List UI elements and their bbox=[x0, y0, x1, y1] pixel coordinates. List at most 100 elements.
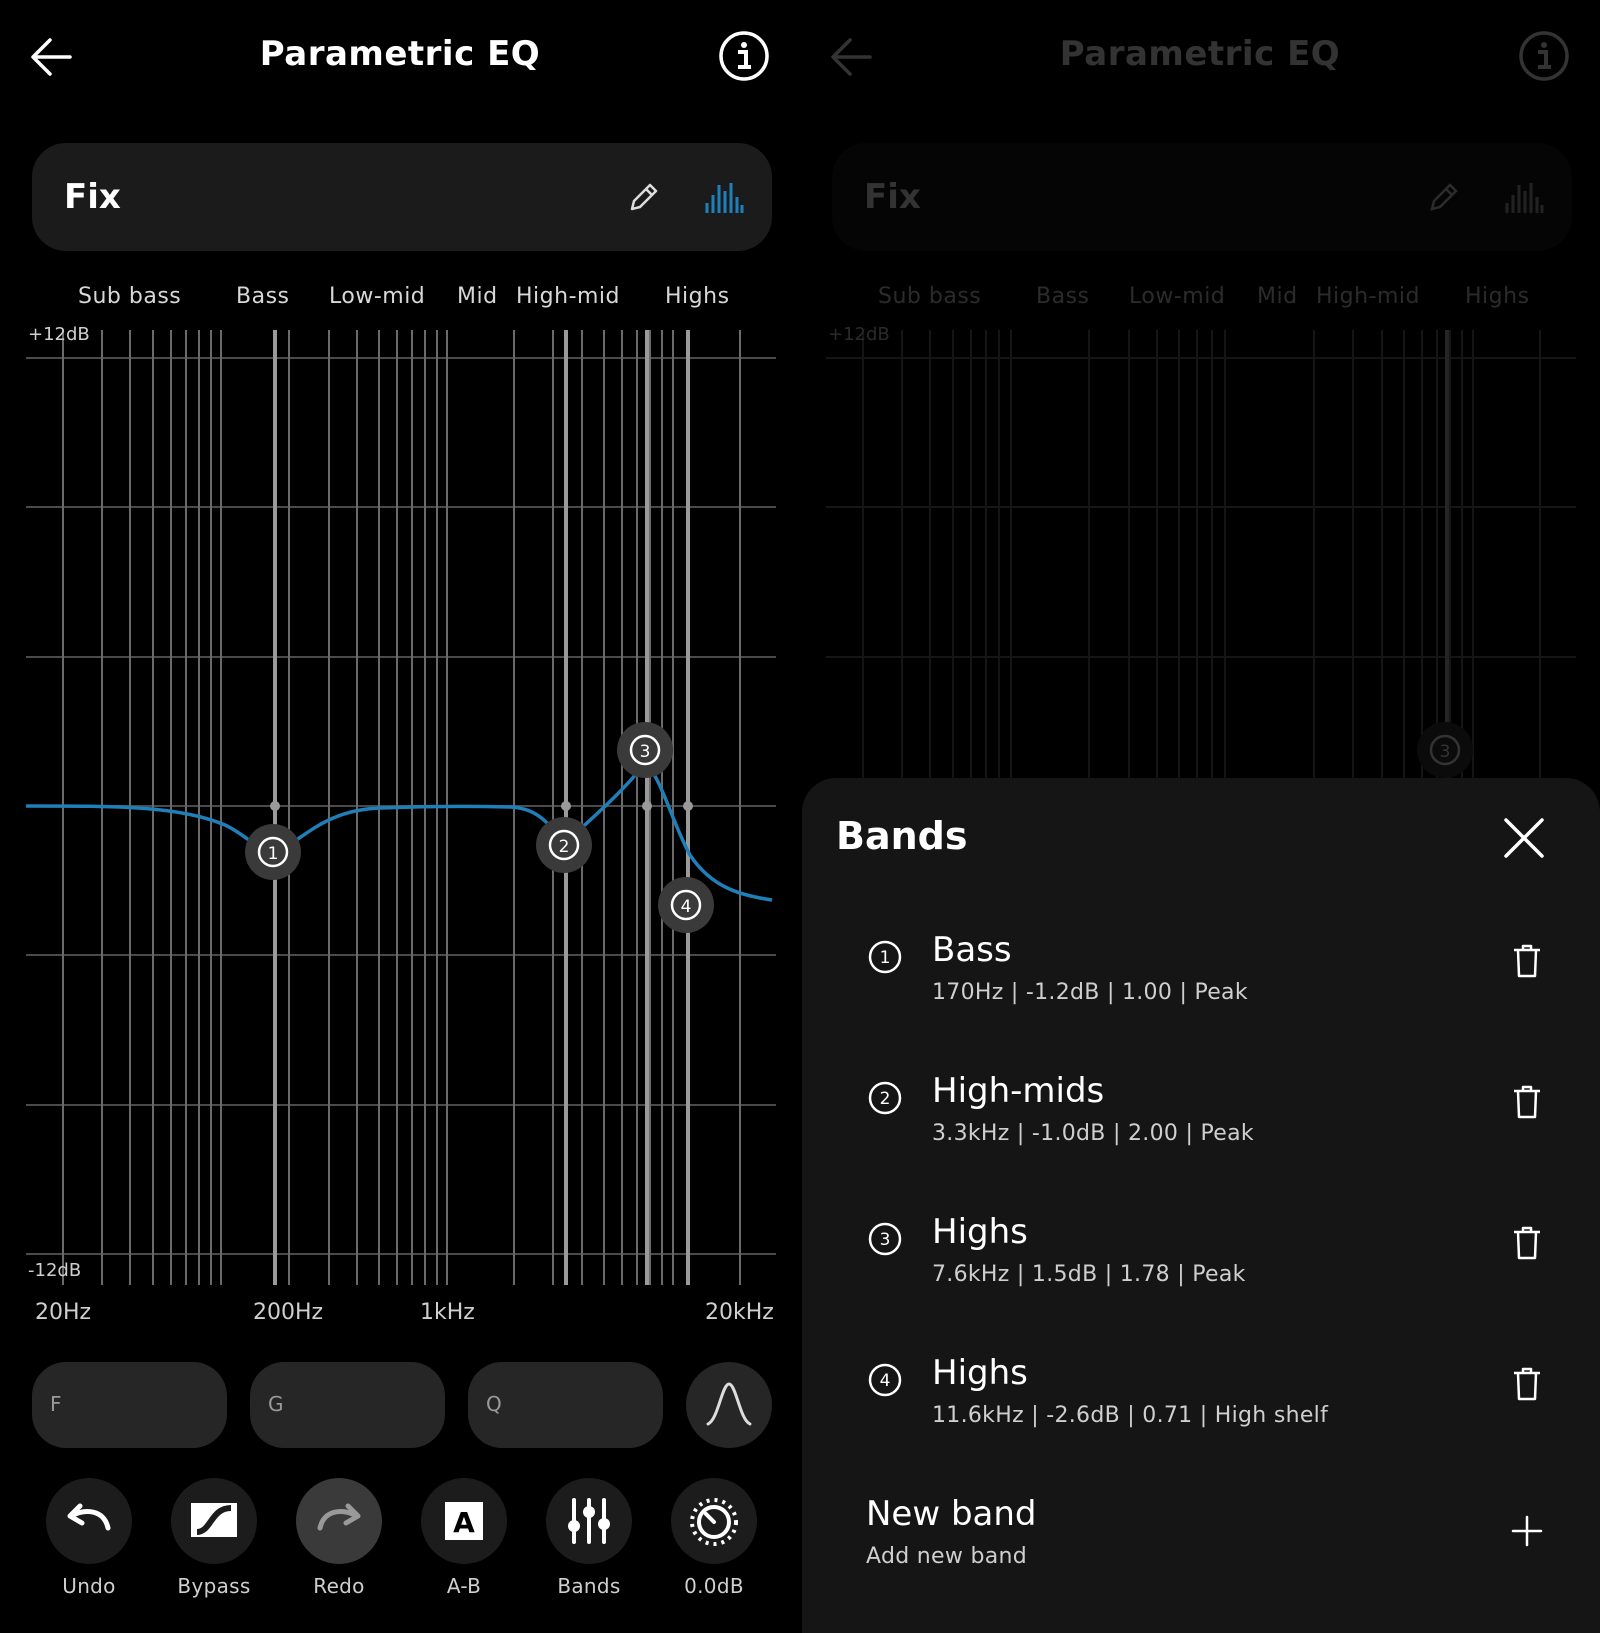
svg-text:2: 2 bbox=[880, 1089, 891, 1109]
svg-text:+12dB: +12dB bbox=[828, 324, 890, 345]
region-high-mid: High-mid bbox=[516, 284, 621, 309]
band-name: Highs bbox=[932, 1212, 1028, 1252]
close-icon[interactable] bbox=[1502, 816, 1546, 860]
bands-label: Bands bbox=[557, 1574, 621, 1598]
region-low-mid-dimmed: Low-mid bbox=[1129, 284, 1226, 309]
band-number-3-icon: 3 bbox=[868, 1222, 902, 1256]
svg-text:4: 4 bbox=[880, 1371, 891, 1391]
preset-card[interactable]: Fix bbox=[32, 143, 772, 251]
region-low-mid: Low-mid bbox=[329, 284, 426, 309]
page-title-dimmed: Parametric EQ bbox=[1059, 34, 1341, 74]
header-dimmed: Parametric EQ bbox=[800, 0, 1600, 110]
region-sub-bass: Sub bass bbox=[78, 284, 182, 309]
info-icon[interactable] bbox=[718, 30, 770, 82]
redo-icon bbox=[317, 1503, 361, 1531]
band-row-1[interactable]: 1 Bass 170Hz | -1.2dB | 1.00 | Peak bbox=[802, 930, 1600, 1050]
pencil-icon bbox=[1430, 183, 1458, 211]
preset-name-dimmed: Fix bbox=[864, 177, 921, 217]
band-2-handle[interactable]: 2 bbox=[536, 817, 592, 873]
region-mid: Mid bbox=[457, 284, 498, 309]
svg-text:4: 4 bbox=[681, 897, 692, 917]
band-row-2[interactable]: 2 High-mids 3.3kHz | -1.0dB | 2.00 | Pea… bbox=[802, 1071, 1600, 1191]
trash-icon[interactable] bbox=[1512, 1226, 1542, 1260]
db-top-label: +12dB bbox=[28, 324, 90, 345]
gain-dial-icon bbox=[690, 1498, 738, 1546]
gain-button[interactable] bbox=[671, 1478, 757, 1564]
plus-icon[interactable] bbox=[1510, 1514, 1544, 1548]
freq-label-200hz: 200Hz bbox=[253, 1300, 324, 1325]
eq-bars-icon[interactable] bbox=[704, 179, 744, 215]
undo-button[interactable] bbox=[46, 1478, 132, 1564]
svg-text:1: 1 bbox=[268, 844, 279, 864]
freq-label-20khz: 20kHz bbox=[705, 1300, 774, 1325]
band-name: High-mids bbox=[932, 1071, 1105, 1111]
region-mid-dimmed: Mid bbox=[1257, 284, 1298, 309]
new-band-title: New band bbox=[866, 1494, 1037, 1534]
eq-screen-with-bands-sheet: Parametric EQ Fix Sub bass Bass Low-mid … bbox=[800, 0, 1600, 1633]
freq-label-20hz: 20Hz bbox=[35, 1300, 92, 1325]
bands-sheet: Bands 1 Bass 170Hz | -1.2dB | 1.00 | Pea… bbox=[802, 778, 1600, 1633]
undo-label: Undo bbox=[62, 1574, 116, 1598]
eq-screen: Parametric EQ Fix Sub bass Bass Low-mid … bbox=[0, 0, 800, 1633]
band-3-handle[interactable]: 3 bbox=[617, 722, 673, 778]
bypass-icon bbox=[191, 1503, 237, 1537]
info-icon bbox=[1519, 31, 1569, 81]
ab-label: A-B bbox=[446, 1574, 482, 1598]
header: Parametric EQ bbox=[0, 0, 800, 110]
new-band-row[interactable]: New band Add new band bbox=[802, 1494, 1600, 1614]
band-name: Bass bbox=[932, 930, 1012, 970]
svg-text:3: 3 bbox=[640, 742, 651, 762]
trash-icon[interactable] bbox=[1512, 1085, 1542, 1119]
ab-icon: A bbox=[445, 1502, 483, 1540]
region-highs-dimmed: Highs bbox=[1465, 284, 1530, 309]
redo-button[interactable] bbox=[296, 1478, 382, 1564]
band-1-handle[interactable]: 1 bbox=[245, 824, 301, 880]
region-highs: Highs bbox=[665, 284, 730, 309]
band-detail: 11.6kHz | -2.6dB | 0.71 | High shelf bbox=[932, 1403, 1329, 1428]
trash-icon[interactable] bbox=[1512, 944, 1542, 978]
eq-graph[interactable]: +12dB -12dB 1 2 3 4 bbox=[0, 310, 800, 1290]
frequency-input[interactable]: F bbox=[32, 1362, 227, 1448]
q-input[interactable]: Q bbox=[468, 1362, 663, 1448]
bands-button[interactable] bbox=[546, 1478, 632, 1564]
eq-bars-icon bbox=[1505, 183, 1544, 213]
filter-type-button[interactable] bbox=[686, 1362, 772, 1448]
eq-curve bbox=[25, 761, 773, 902]
db-bottom-label: -12dB bbox=[28, 1260, 81, 1281]
band-detail: 3.3kHz | -1.0dB | 2.00 | Peak bbox=[932, 1121, 1254, 1146]
band-number-2-icon: 2 bbox=[868, 1081, 902, 1115]
band-row-3[interactable]: 3 Highs 7.6kHz | 1.5dB | 1.78 | Peak bbox=[802, 1212, 1600, 1332]
region-high-mid-dimmed: High-mid bbox=[1316, 284, 1421, 309]
band-number-1-icon: 1 bbox=[868, 940, 902, 974]
freq-label-1khz: 1kHz bbox=[420, 1300, 475, 1325]
region-bass-dimmed: Bass bbox=[1036, 284, 1090, 309]
sliders-icon bbox=[568, 1498, 610, 1544]
preset-name: Fix bbox=[64, 177, 121, 217]
peak-filter-icon bbox=[706, 1382, 752, 1426]
new-band-subtitle: Add new band bbox=[866, 1544, 1028, 1569]
preset-card-dimmed: Fix bbox=[832, 143, 1572, 251]
band-detail: 170Hz | -1.2dB | 1.00 | Peak bbox=[932, 980, 1248, 1005]
redo-label: Redo bbox=[313, 1574, 365, 1598]
band-detail: 7.6kHz | 1.5dB | 1.78 | Peak bbox=[932, 1262, 1246, 1287]
svg-text:A: A bbox=[453, 1506, 475, 1539]
region-sub-bass-dimmed: Sub bass bbox=[878, 284, 982, 309]
gain-input[interactable]: G bbox=[250, 1362, 445, 1448]
band-number-4-icon: 4 bbox=[868, 1363, 902, 1397]
undo-icon bbox=[67, 1503, 111, 1531]
gain-label: 0.0dB bbox=[684, 1574, 744, 1598]
svg-text:3: 3 bbox=[1440, 742, 1451, 762]
band-row-4[interactable]: 4 Highs 11.6kHz | -2.6dB | 0.71 | High s… bbox=[802, 1353, 1600, 1473]
pencil-icon[interactable] bbox=[626, 179, 662, 215]
bypass-button[interactable] bbox=[171, 1478, 257, 1564]
sheet-title: Bands bbox=[836, 814, 968, 858]
band-name: Highs bbox=[932, 1353, 1028, 1393]
band-4-handle[interactable]: 4 bbox=[658, 877, 714, 933]
svg-text:1: 1 bbox=[880, 948, 891, 968]
svg-text:3: 3 bbox=[880, 1230, 891, 1250]
trash-icon[interactable] bbox=[1512, 1367, 1542, 1401]
svg-text:2: 2 bbox=[559, 837, 570, 857]
region-bass: Bass bbox=[236, 284, 290, 309]
ab-button[interactable]: A bbox=[421, 1478, 507, 1564]
bypass-label: Bypass bbox=[177, 1574, 251, 1598]
